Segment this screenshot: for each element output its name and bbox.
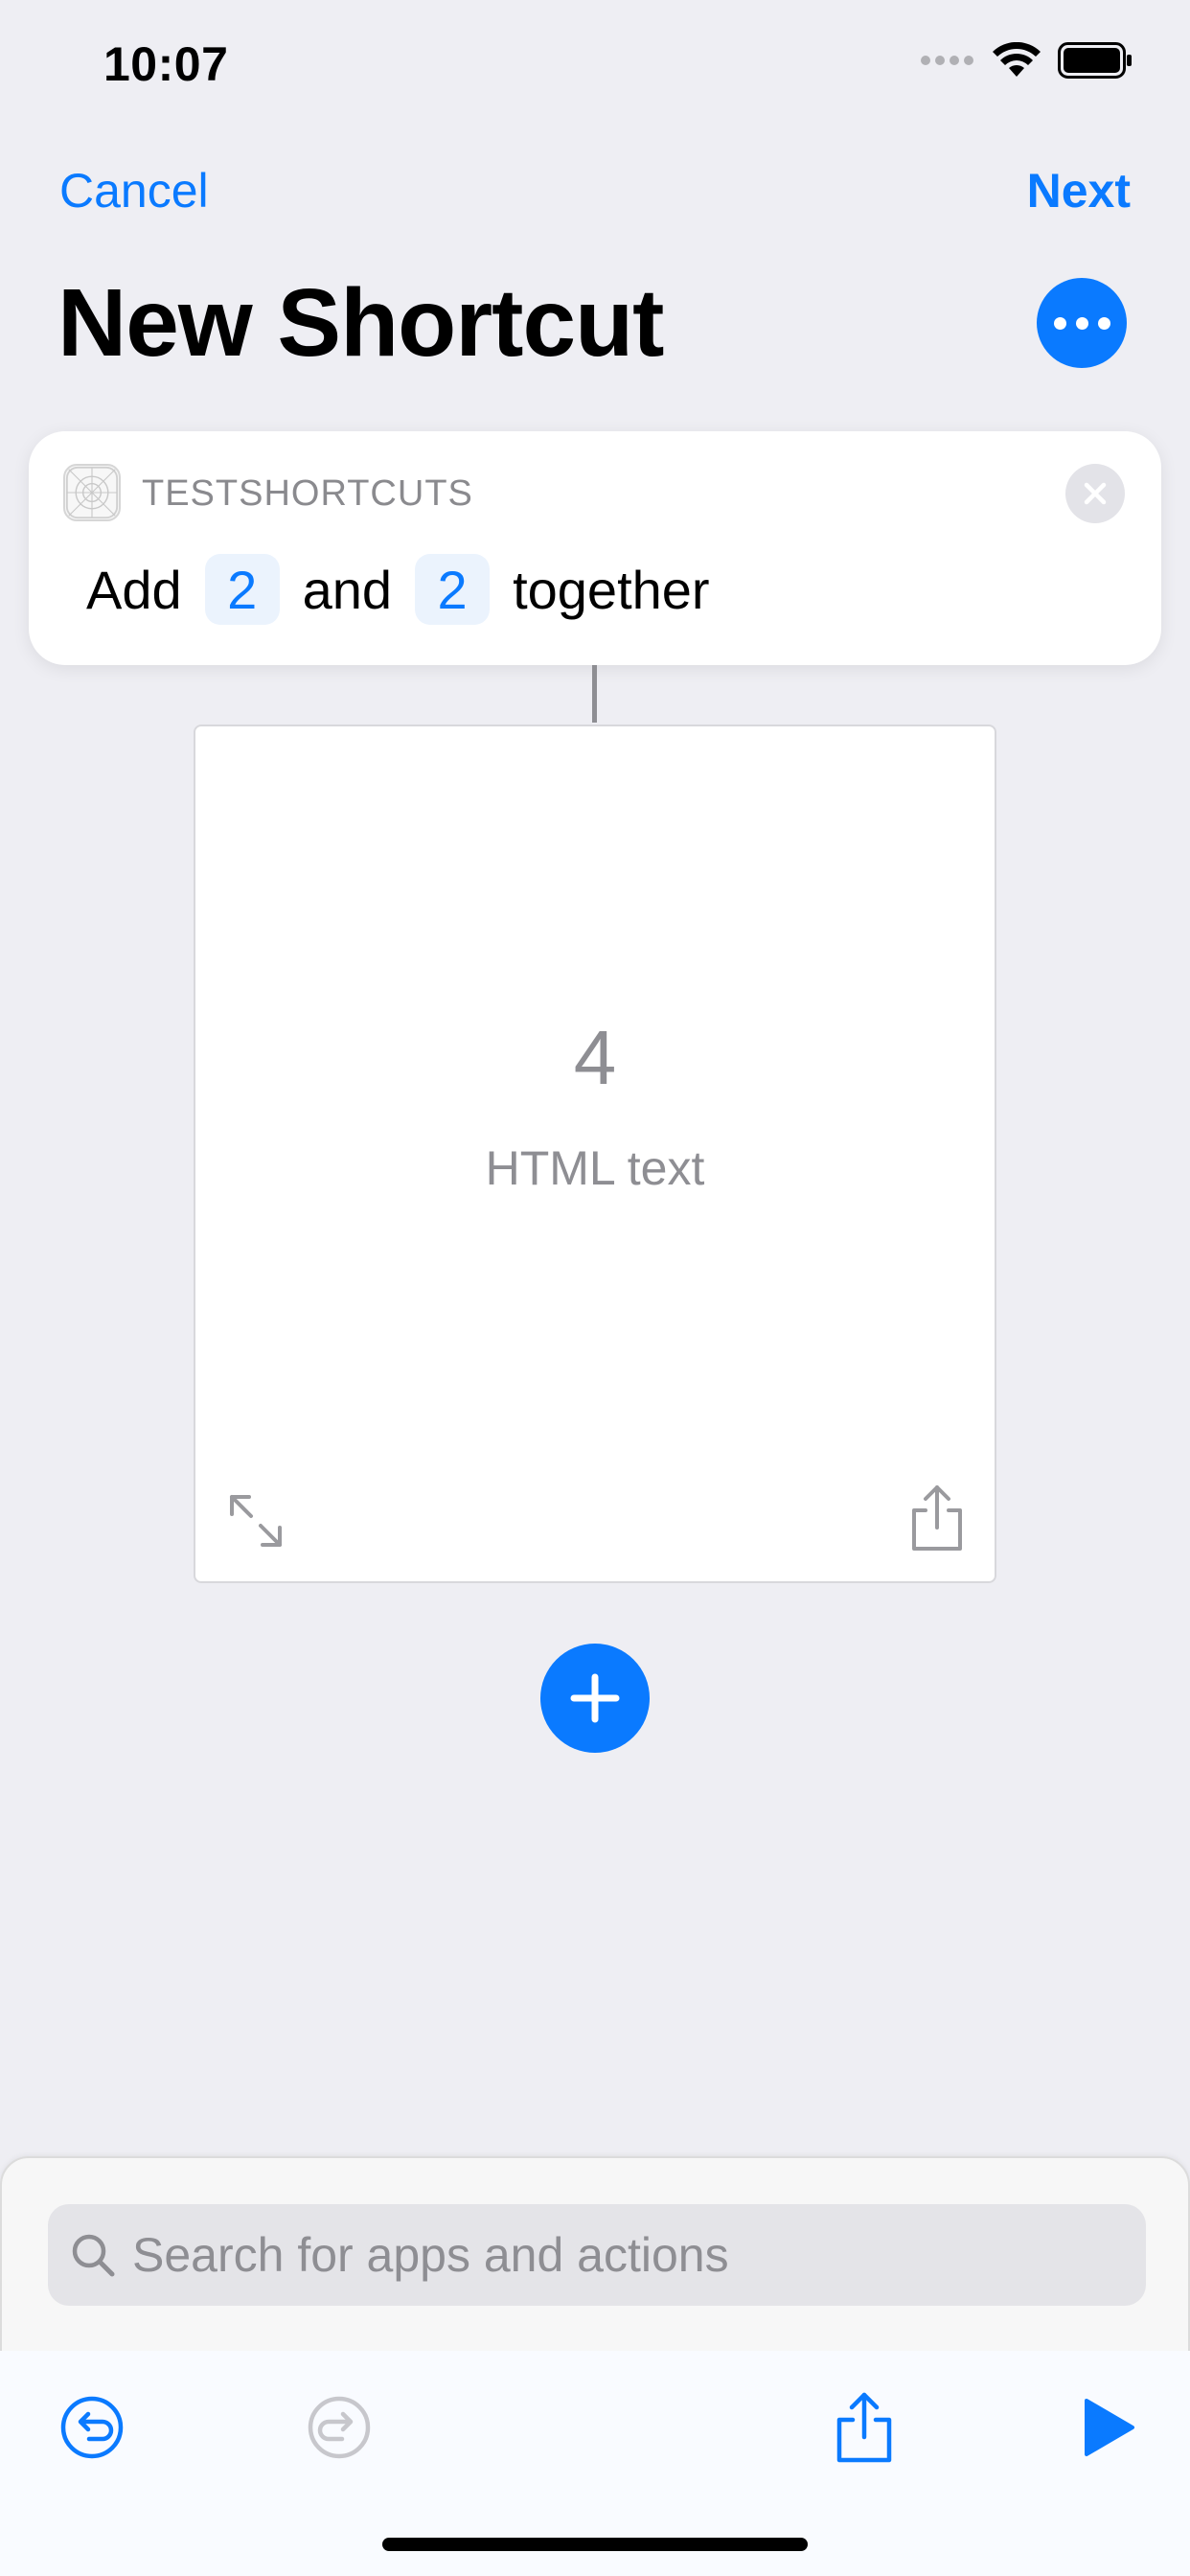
result-value: 4 [573, 1015, 617, 1100]
battery-icon [1058, 42, 1132, 79]
app-name: TESTSHORTCUTS [142, 473, 473, 514]
action-word: together [513, 559, 710, 620]
share-icon [836, 2392, 892, 2463]
flow-connector [592, 665, 597, 723]
screen: 10:07 Cancel Next New Shortcut TESTSHORT… [0, 0, 1190, 2576]
undo-icon [60, 2396, 124, 2459]
status-time: 10:07 [103, 37, 229, 91]
action-word: and [302, 559, 393, 620]
share-icon[interactable] [908, 1484, 966, 1552]
redo-icon [308, 2396, 371, 2459]
ellipsis-dot [1075, 316, 1088, 330]
redo-button[interactable] [301, 2389, 378, 2466]
search-icon [72, 2234, 115, 2277]
expand-arrows-icon[interactable] [224, 1489, 287, 1552]
run-shortcut-button[interactable] [1069, 2389, 1146, 2466]
action-word: Add [86, 559, 182, 620]
more-options-button[interactable] [1037, 278, 1127, 368]
ellipsis-dot [1097, 316, 1110, 330]
add-action-button[interactable] [540, 1644, 650, 1753]
status-icons [920, 42, 1133, 79]
cancel-button[interactable]: Cancel [59, 163, 209, 218]
ellipsis-icon [1053, 316, 1066, 330]
plus-icon [570, 1673, 620, 1723]
share-shortcut-button[interactable] [826, 2389, 903, 2466]
cellular-signal-icon [921, 56, 973, 65]
result-type-label: HTML text [485, 1141, 705, 1195]
second-number-parameter[interactable]: 2 [415, 554, 491, 625]
result-preview-card[interactable]: 4 HTML text [194, 724, 996, 1583]
app-placeholder-icon [63, 464, 121, 521]
wifi-icon [993, 42, 1041, 77]
action-card[interactable]: TESTSHORTCUTS Add 2 and 2 together [29, 431, 1161, 665]
next-button[interactable]: Next [1027, 163, 1131, 218]
status-bar: 10:07 [0, 0, 1190, 125]
remove-action-button[interactable] [1065, 464, 1125, 523]
search-field[interactable] [48, 2204, 1146, 2306]
play-icon [1085, 2399, 1134, 2456]
page-title: New Shortcut [57, 269, 664, 377]
action-sentence: Add 2 and 2 together [75, 548, 721, 631]
first-number-parameter[interactable]: 2 [204, 554, 280, 625]
undo-button[interactable] [54, 2389, 130, 2466]
search-input[interactable] [130, 2226, 1131, 2284]
home-indicator [382, 2538, 808, 2551]
close-icon [1084, 482, 1107, 505]
